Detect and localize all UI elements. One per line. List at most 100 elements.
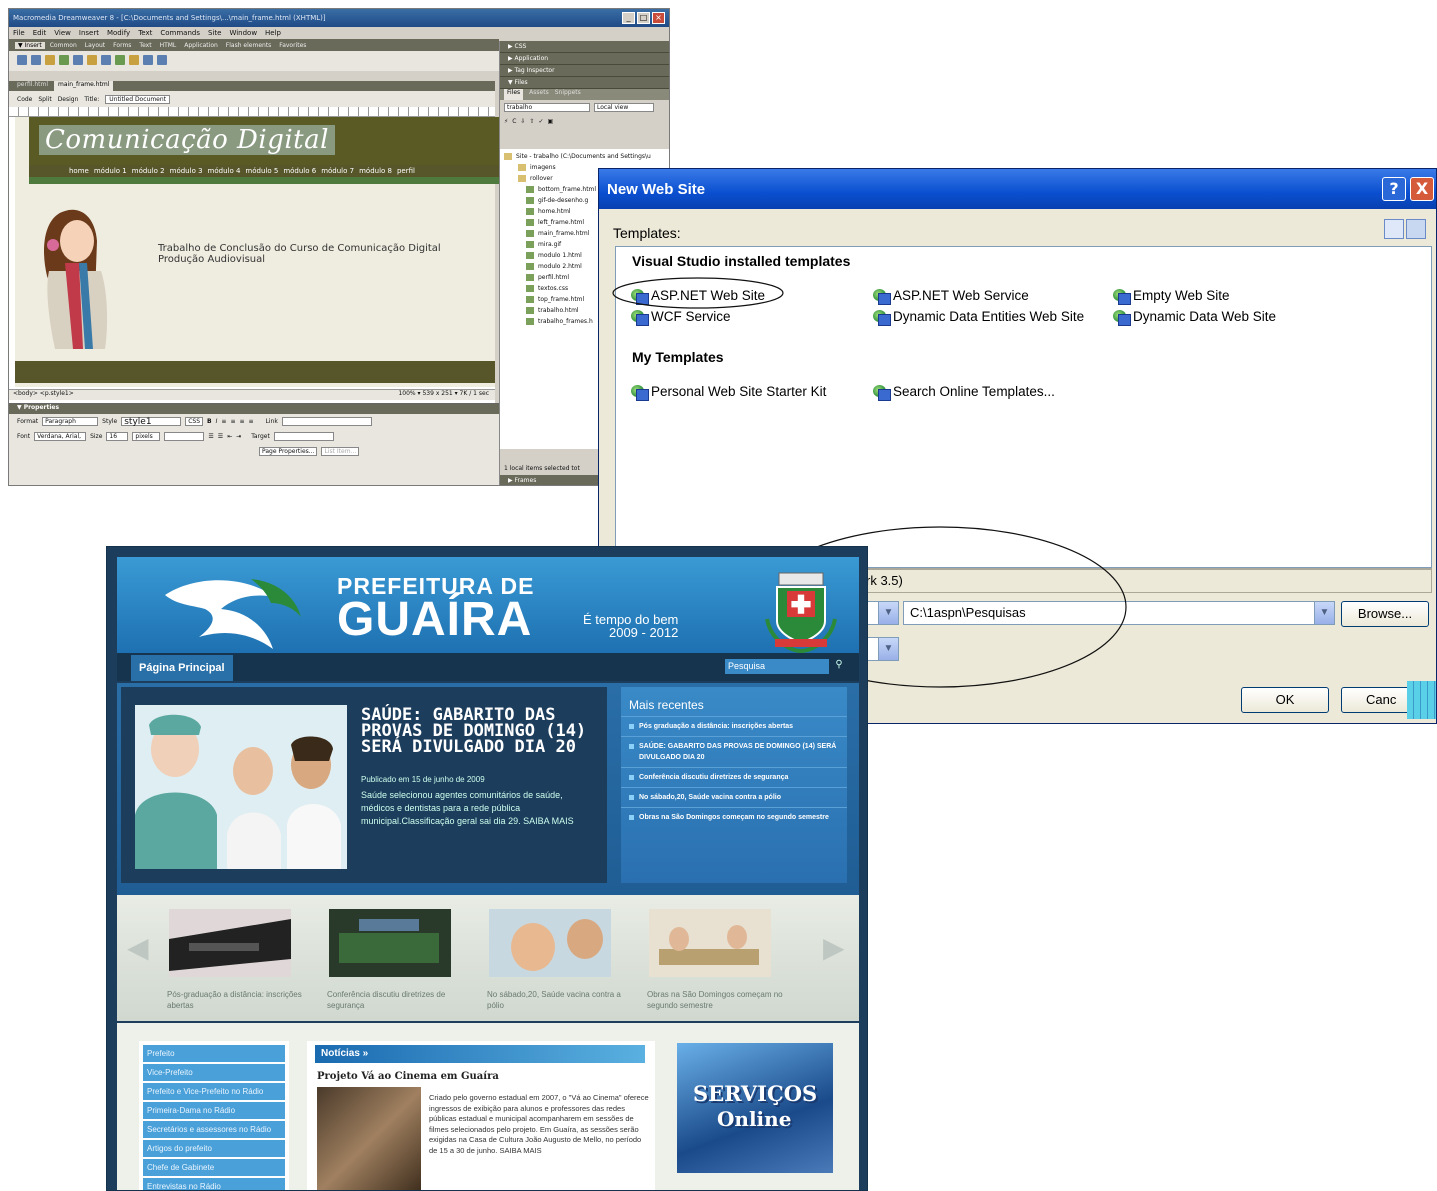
search-input[interactable]: Pesquisa (725, 659, 829, 674)
insert-tab-forms[interactable]: Forms (110, 42, 134, 49)
sidebar-item-artigos[interactable]: Artigos do prefeito (143, 1140, 285, 1157)
maximize-button[interactable]: □ (637, 12, 650, 24)
search-icon[interactable]: ⚲ (831, 659, 847, 674)
indent-icon[interactable]: ⇥ (236, 433, 241, 440)
font-select[interactable]: Verdana, Arial, (34, 432, 87, 441)
nav-modulo-1[interactable]: módulo 1 (94, 167, 127, 175)
tag-inspector-header[interactable]: ▶ Tag Inspector (500, 65, 669, 77)
gallery-item[interactable]: Conferência discutiu diretrizes de segur… (325, 909, 465, 1011)
connect-icon[interactable]: ⚡ (504, 118, 508, 125)
menu-view[interactable]: View (54, 29, 71, 37)
nav-modulo-3[interactable]: módulo 3 (170, 167, 203, 175)
size-select[interactable]: 16 (106, 432, 129, 441)
insert-tab-text[interactable]: Text (136, 42, 154, 49)
gallery-item[interactable]: Pós-graduação a distância: inscrições ab… (165, 909, 305, 1011)
unit-select[interactable]: pixels (132, 432, 161, 441)
recent-item[interactable]: SAÚDE: GABARITO DAS PROVAS DE DOMINGO (1… (621, 736, 847, 767)
nav-modulo-7[interactable]: módulo 7 (321, 167, 354, 175)
unordered-list-icon[interactable]: ☰ (208, 433, 213, 440)
insert-tab-layout[interactable]: Layout (82, 42, 108, 49)
nav-modulo-4[interactable]: módulo 4 (208, 167, 241, 175)
template-icon[interactable] (143, 55, 153, 65)
page-properties-button[interactable]: Page Properties... (259, 447, 318, 456)
nav-modulo-8[interactable]: módulo 8 (359, 167, 392, 175)
news-photo[interactable] (317, 1087, 421, 1190)
recent-item[interactable]: Obras na São Domingos começam no segundo… (621, 807, 847, 827)
application-panel-header[interactable]: ▶ Application (500, 53, 669, 65)
nav-modulo-6[interactable]: módulo 6 (283, 167, 316, 175)
table-icon[interactable] (59, 55, 69, 65)
checkout-icon[interactable]: ✓ (538, 118, 543, 125)
nav-modulo-5[interactable]: módulo 5 (245, 167, 278, 175)
gallery-prev-icon[interactable]: ◀ (127, 931, 149, 964)
hyperlink-icon[interactable] (17, 55, 27, 65)
browse-button[interactable]: Browse... (1341, 601, 1429, 627)
tag-selector[interactable]: <body> <p.style1> (13, 390, 74, 400)
menu-modify[interactable]: Modify (107, 29, 130, 37)
template-personal-starter-kit[interactable]: Personal Web Site Starter Kit (630, 383, 826, 401)
menu-window[interactable]: Window (229, 29, 257, 37)
news-header[interactable]: Notícias » (315, 1045, 645, 1063)
tag-chooser-icon[interactable] (157, 55, 167, 65)
chevron-down-icon[interactable]: ▼ (1314, 602, 1334, 624)
media-icon[interactable] (101, 55, 111, 65)
layer-icon[interactable] (73, 55, 83, 65)
recent-item[interactable]: Pós graduação a distância: inscrições ab… (621, 716, 847, 736)
menu-file[interactable]: File (13, 29, 25, 37)
nav-home[interactable]: home (69, 167, 89, 175)
justify-icon[interactable]: ≡ (249, 418, 254, 425)
recent-item[interactable]: Conferência discutiu diretrizes de segur… (621, 767, 847, 787)
split-view-button[interactable]: Split (38, 96, 51, 103)
minimize-button[interactable]: _ (622, 12, 635, 24)
view-select[interactable]: Local view (594, 102, 654, 112)
news-title[interactable]: Projeto Vá ao Cinema em Guaíra (307, 1063, 655, 1086)
insert-tab-html[interactable]: HTML (157, 42, 180, 49)
files-panel-header[interactable]: ▼ Files (500, 77, 669, 89)
design-canvas[interactable]: Comunicação Digital home módulo 1 módulo… (15, 117, 501, 387)
files-tab-assets[interactable]: Assets (529, 89, 549, 100)
sidebar-item-vice-prefeito[interactable]: Vice-Prefeito (143, 1064, 285, 1081)
anchor-icon[interactable] (45, 55, 55, 65)
color-input[interactable] (164, 432, 205, 441)
template-empty-web-site[interactable]: Empty Web Site (1112, 287, 1230, 305)
get-files-icon[interactable]: ⇩ (520, 118, 525, 125)
large-icons-view-icon[interactable] (1384, 219, 1404, 239)
nav-modulo-2[interactable]: módulo 2 (132, 167, 165, 175)
recent-item[interactable]: No sábado,20, Saúde vacina contra a póli… (621, 787, 847, 807)
refresh-icon[interactable]: C (512, 118, 516, 125)
gallery-item[interactable]: Obras na São Domingos começam no segundo… (645, 909, 785, 1011)
comment-icon[interactable] (129, 55, 139, 65)
doc-tab-perfil[interactable]: perfil.html (13, 81, 52, 91)
email-icon[interactable] (31, 55, 41, 65)
ordered-list-icon[interactable]: ☰ (218, 433, 223, 440)
site-select[interactable]: trabalho (504, 102, 590, 112)
files-tab-files[interactable]: Files (504, 89, 524, 100)
align-left-icon[interactable]: ≡ (221, 418, 226, 425)
small-icons-view-icon[interactable] (1406, 219, 1426, 239)
featured-headline[interactable]: SAÚDE: GABARITO DAS PROVAS DE DOMINGO (1… (361, 707, 601, 756)
bold-button[interactable]: B (207, 418, 212, 425)
menu-help[interactable]: Help (265, 29, 281, 37)
template-dynamic-data-entities[interactable]: Dynamic Data Entities Web Site (872, 308, 1084, 326)
sidebar-item-prefeito-radio[interactable]: Prefeito e Vice-Prefeito no Rádio (143, 1083, 285, 1100)
servicos-online-banner[interactable]: SERVIÇOS Online (677, 1043, 833, 1173)
align-center-icon[interactable]: ≡ (230, 418, 235, 425)
insert-tab-common[interactable]: Common (47, 42, 80, 49)
insert-tab-favorites[interactable]: Favorites (276, 42, 309, 49)
gallery-next-icon[interactable]: ▶ (823, 931, 845, 964)
doc-tab-main-frame[interactable]: main_frame.html (54, 81, 114, 91)
format-select[interactable]: Paragraph (42, 417, 99, 426)
put-files-icon[interactable]: ⇧ (529, 118, 534, 125)
nav-pagina-principal[interactable]: Página Principal (131, 655, 233, 681)
template-search-online[interactable]: Search Online Templates... (872, 383, 1055, 401)
image-icon[interactable] (87, 55, 97, 65)
close-button[interactable]: × (652, 12, 665, 24)
sidebar-item-primeira-dama[interactable]: Primeira-Dama no Rádio (143, 1102, 285, 1119)
design-view-button[interactable]: Design (58, 96, 79, 103)
ok-button[interactable]: OK (1241, 687, 1329, 713)
style-select[interactable]: style1 (121, 417, 182, 427)
expand-icon[interactable]: ▣ (548, 118, 554, 125)
outdent-icon[interactable]: ⇤ (227, 433, 232, 440)
sidebar-item-chefe-gabinete[interactable]: Chefe de Gabinete (143, 1159, 285, 1176)
title-input[interactable]: Untitled Document (105, 94, 171, 104)
